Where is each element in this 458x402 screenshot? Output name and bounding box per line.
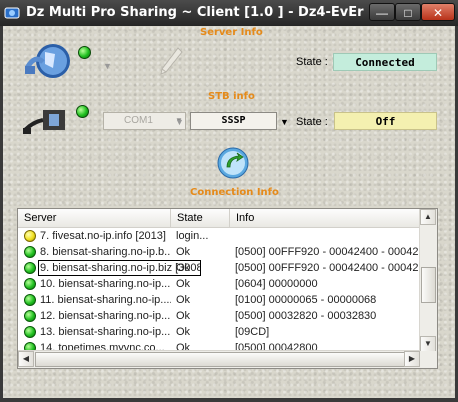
server-status-led xyxy=(78,46,91,59)
refresh-arrow-icon[interactable] xyxy=(217,147,249,179)
client-area: Server Info ▼ State : Connected STB info… xyxy=(3,26,455,398)
stb-status-led xyxy=(76,105,89,118)
scroll-right-button[interactable]: ▶ xyxy=(404,351,420,367)
info-cell: [0500] 00FFF920 - 00042400 - 00042... xyxy=(235,246,420,258)
stb-info-label: STB info xyxy=(208,91,255,102)
table-row[interactable]: 10. biensat-sharing.no-ip.... Ok [0604] 00… xyxy=(18,276,420,292)
window-title: Dz Multi Pro Sharing ~ Client [1.0 ] - D… xyxy=(26,5,410,20)
list-header: Server State Info xyxy=(18,209,420,228)
state-cell: Ok xyxy=(176,246,191,258)
port-select-value: COM1 xyxy=(124,115,153,126)
table-row[interactable]: 13. biensat-sharing.no-ip.... Ok [09CD] xyxy=(18,324,420,340)
port-dropdown-arrow[interactable]: ▼ xyxy=(175,117,184,127)
vertical-scrollbar[interactable]: ▲ ▼ xyxy=(419,209,437,352)
table-row[interactable]: 11. biensat-sharing.no-ip.... Ok [0100] 00… xyxy=(18,292,420,308)
status-green-icon xyxy=(24,246,36,258)
server-cell: 10. biensat-sharing.no-ip.... xyxy=(40,278,171,290)
stb-state-value: Off xyxy=(334,112,437,130)
state-cell: Ok xyxy=(176,278,191,290)
state-cell: Ok xyxy=(176,262,191,274)
horizontal-scroll-thumb[interactable] xyxy=(35,352,405,367)
title-bar[interactable]: Dz Multi Pro Sharing ~ Client [1.0 ] - D… xyxy=(0,0,458,26)
vertical-scroll-thumb[interactable] xyxy=(421,267,436,303)
app-window: Dz Multi Pro Sharing ~ Client [1.0 ] - D… xyxy=(0,0,458,402)
pen-icon[interactable] xyxy=(158,46,184,76)
status-green-icon xyxy=(24,326,36,338)
server-cell: 8. biensat-sharing.no-ip.b... xyxy=(40,246,171,258)
scroll-down-button[interactable]: ▼ xyxy=(420,336,436,352)
server-globe-icon[interactable] xyxy=(23,42,75,80)
server-dropdown-arrow[interactable]: ▼ xyxy=(103,61,112,71)
server-info-label: Server Info xyxy=(200,27,263,38)
column-info[interactable]: Info xyxy=(230,209,420,227)
maximize-button[interactable]: □ xyxy=(395,3,421,21)
scroll-left-button[interactable]: ◀ xyxy=(18,351,34,367)
status-yellow-icon xyxy=(24,230,36,242)
horizontal-scrollbar[interactable]: ◀ ▶ xyxy=(18,350,420,368)
table-row[interactable]: 9. biensat-sharing.no-ip.biz [3008] Ok [05… xyxy=(18,260,420,276)
server-cell: 12. biensat-sharing.no-ip.... xyxy=(40,310,171,322)
server-state-label: State : xyxy=(296,56,328,68)
column-state[interactable]: State xyxy=(171,209,230,227)
server-cell: 7. fivesat.no-ip.info [2013] xyxy=(40,230,166,242)
info-cell: [0500] 00FFF920 - 00042400 - 00042... xyxy=(235,262,420,274)
minimize-button[interactable]: — xyxy=(369,3,395,21)
protocol-dropdown-arrow[interactable]: ▼ xyxy=(280,117,289,127)
state-cell: login... xyxy=(176,230,209,242)
receiver-plug-icon[interactable] xyxy=(23,104,69,138)
info-cell: [0100] 00000065 - 00000068 xyxy=(235,294,377,306)
state-cell: Ok xyxy=(176,294,191,306)
status-green-icon xyxy=(24,262,36,274)
app-icon xyxy=(4,7,20,19)
stb-state-label: State : xyxy=(296,116,328,128)
port-select[interactable]: COM1 ▼ xyxy=(103,112,186,130)
server-cell: 11. biensat-sharing.no-ip.... xyxy=(40,294,171,306)
status-green-icon xyxy=(24,310,36,322)
status-green-icon xyxy=(24,294,36,306)
info-cell: [0604] 00000000 xyxy=(235,278,318,290)
server-cell: 13. biensat-sharing.no-ip.... xyxy=(40,326,171,338)
server-state-value: Connected xyxy=(333,53,437,71)
connection-info-label: Connection Info xyxy=(190,187,279,198)
protocol-select[interactable]: SSSP xyxy=(190,112,277,130)
info-cell: [09CD] xyxy=(235,326,270,338)
connection-list[interactable]: Server State Info 7. fivesat.no-ip.info … xyxy=(17,208,438,369)
info-cell: [0500] 00032820 - 00032830 xyxy=(235,310,377,322)
scrollbar-corner xyxy=(420,351,437,368)
table-row[interactable]: 8. biensat-sharing.no-ip.b... Ok [0500] 00… xyxy=(18,244,420,260)
state-cell: Ok xyxy=(176,326,191,338)
state-cell: Ok xyxy=(176,310,191,322)
column-server[interactable]: Server xyxy=(18,209,171,227)
table-row[interactable]: 7. fivesat.no-ip.info [2013] login... xyxy=(18,228,420,244)
status-green-icon xyxy=(24,278,36,290)
close-button[interactable]: ✕ xyxy=(421,3,455,21)
scroll-up-button[interactable]: ▲ xyxy=(420,209,436,225)
table-row[interactable]: 12. biensat-sharing.no-ip.... Ok [0500] 00… xyxy=(18,308,420,324)
